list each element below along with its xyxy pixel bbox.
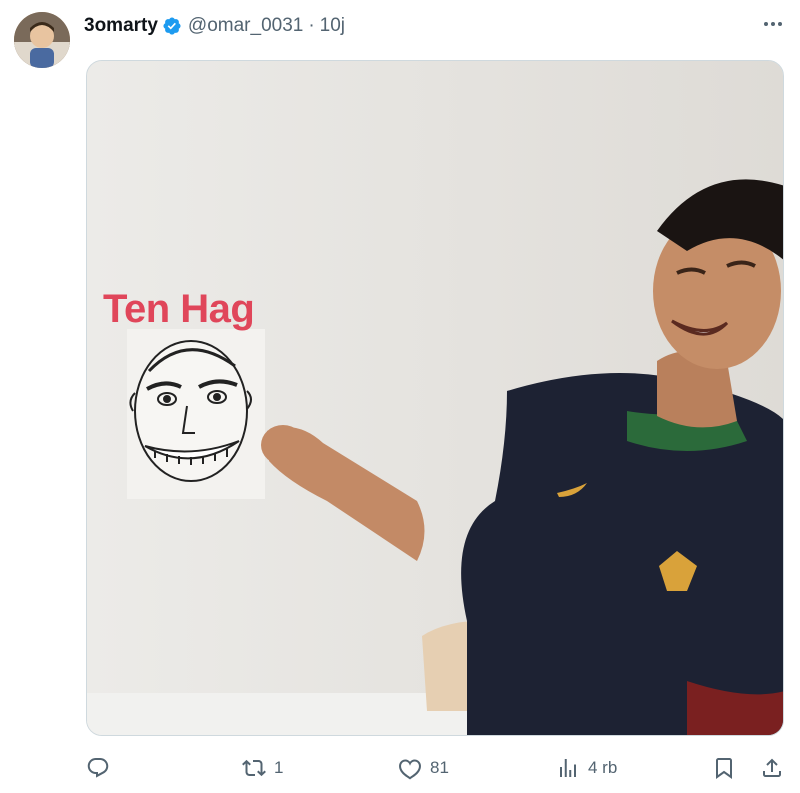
avatar-image [14, 12, 70, 68]
more-icon[interactable] [760, 12, 786, 36]
bookmark-button[interactable] [712, 752, 736, 784]
bookmark-icon [716, 758, 732, 779]
tweet-image[interactable]: Ten Hag [86, 60, 784, 736]
retweet-button[interactable]: 1 [242, 752, 283, 784]
image-caption: Ten Hag [103, 287, 255, 331]
reply-button[interactable] [86, 752, 118, 784]
separator-dot: · [308, 15, 315, 36]
like-count: 81 [430, 758, 449, 777]
retweet-icon [242, 759, 266, 777]
views-icon [560, 759, 576, 777]
views-button[interactable]: 4 rb [556, 752, 617, 784]
views-count: 4 rb [588, 758, 618, 777]
avatar[interactable] [14, 12, 70, 68]
share-button[interactable] [760, 752, 784, 784]
author-handle[interactable]: @omar_0031 [188, 15, 303, 37]
verified-badge-icon [162, 16, 182, 36]
timestamp[interactable]: 10j [320, 15, 345, 37]
reply-icon [87, 758, 109, 778]
photo-scene [87, 61, 783, 735]
action-bar: 1 81 4 rb [86, 752, 786, 784]
like-icon [399, 759, 421, 780]
like-button[interactable]: 81 [398, 752, 449, 784]
author-name[interactable]: 3omarty [84, 15, 158, 37]
retweet-count: 1 [274, 758, 284, 777]
tweet-header: 3omarty @omar_0031 · 10j [84, 14, 345, 38]
share-icon [763, 758, 781, 777]
